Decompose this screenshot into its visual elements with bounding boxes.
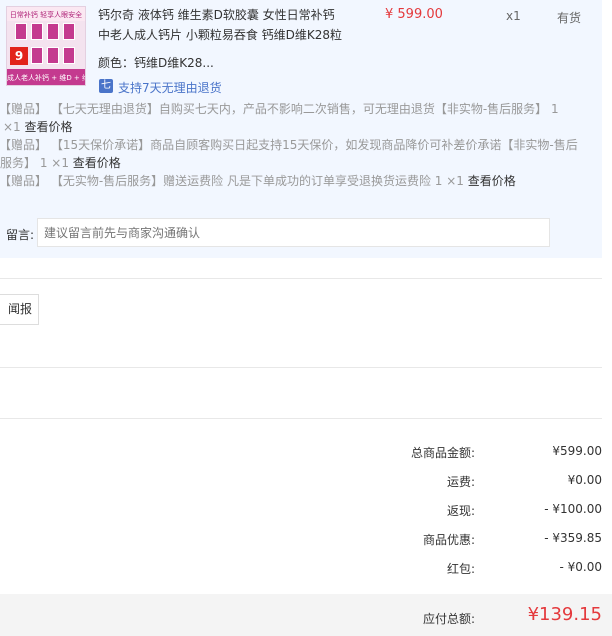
summary-value-discount: - ¥359.85 xyxy=(544,531,602,545)
product-quantity: x1 xyxy=(506,9,521,23)
color-label: 颜色： xyxy=(98,56,135,70)
total-bar: 应付总额: ¥139.15 xyxy=(0,594,612,636)
summary-label-discount: 商品优惠: xyxy=(422,533,475,547)
view-price-link[interactable]: 查看价格 xyxy=(468,174,516,188)
divider xyxy=(0,367,602,368)
thumb-top-text: 日常补钙 轻享人眼安全 xyxy=(9,11,83,19)
product-color: 颜色：钙维D维K28... xyxy=(98,54,214,71)
gift-line: ×1 查看价格 xyxy=(3,118,73,135)
thumb-product-box xyxy=(15,23,27,40)
divider xyxy=(0,278,602,279)
summary-value-redpacket: - ¥0.00 xyxy=(559,560,603,574)
divider xyxy=(0,418,602,419)
view-price-link[interactable]: 查看价格 xyxy=(25,120,73,134)
stock-status: 有货 xyxy=(557,11,582,25)
product-thumbnail[interactable]: 日常补钙 轻享人眼安全 9 成人老人补钙 + 维D + 维K xyxy=(6,6,86,86)
return-policy-link[interactable]: 支持7天无理由退货 xyxy=(118,79,222,96)
gift-qty: ×1 xyxy=(3,120,21,134)
gift-line: 服务】 1 ×1 查看价格 xyxy=(0,154,121,171)
product-title-line2[interactable]: 中老人成人钙片 小颗粒易吞食 钙维D维K28粒 xyxy=(98,26,342,43)
summary-value-shipping: ¥0.00 xyxy=(567,473,602,487)
summary-value-subtotal: ¥599.00 xyxy=(552,444,602,458)
summary-label-redpacket: 红包: xyxy=(446,562,475,576)
return-policy-icon: 七 xyxy=(99,79,113,93)
thumb-product-box xyxy=(31,23,43,40)
thumb-product-box xyxy=(31,47,43,64)
order-item-block: 日常补钙 轻享人眼安全 9 成人老人补钙 + 维D + 维K 钙尔奇 液体钙 维… xyxy=(0,0,602,258)
gift-description: 【赠品】 【无实物-售后服务】赠送运费险 凡是下单成功的订单享受退换货运费险 1… xyxy=(0,174,464,188)
gift-line: 【赠品】 【七天无理由退货】自购买七天内，产品不影响二次销售，可无理由退货【非实… xyxy=(0,102,559,116)
message-input[interactable] xyxy=(37,218,550,247)
gift-line: 【赠品】 【无实物-售后服务】赠送运费险 凡是下单成功的订单享受退换货运费险 1… xyxy=(0,172,516,189)
summary-label-subtotal: 总商品金额: xyxy=(410,446,475,460)
invoice-button[interactable]: 闻报销 xyxy=(0,294,39,325)
gift-line: 【赠品】 【15天保价承诺】商品自顾客购买日起支持15天保价，如发现商品降价可补… xyxy=(0,138,578,152)
gift-qty: 服务】 1 ×1 xyxy=(0,156,69,170)
thumb-product-box xyxy=(63,23,75,40)
thumb-product-box xyxy=(47,47,59,64)
product-price: ¥ 599.00 xyxy=(385,7,443,22)
view-price-link[interactable]: 查看价格 xyxy=(73,156,121,170)
thumb-product-box xyxy=(47,23,59,40)
summary-value-cashback: - ¥100.00 xyxy=(544,502,602,516)
product-title-line1[interactable]: 钙尔奇 液体钙 维生素D软胶囊 女性日常补钙 xyxy=(98,6,335,23)
thumb-product-box xyxy=(63,47,75,64)
thumb-bottom-text: 成人老人补钙 + 维D + 维K xyxy=(7,74,85,82)
summary-label-shipping: 运费: xyxy=(446,475,475,489)
message-label: 留言: xyxy=(6,228,35,242)
thumb-badge: 9 xyxy=(10,47,28,65)
summary-label-cashback: 返现: xyxy=(446,504,475,518)
total-amount: ¥139.15 xyxy=(527,604,602,625)
total-label: 应付总额: xyxy=(422,612,475,626)
color-value: 钙维D维K28... xyxy=(134,56,214,70)
